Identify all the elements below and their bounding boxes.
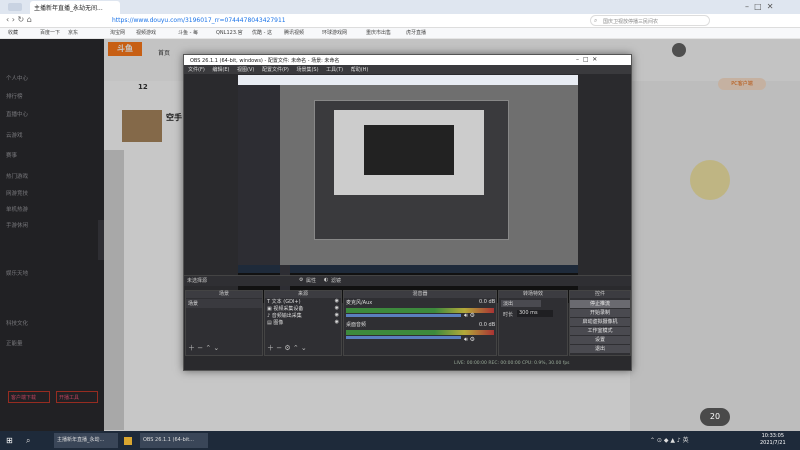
- eye-icon[interactable]: ◉: [335, 305, 339, 311]
- browser-tab-bar: [0, 0, 800, 14]
- studio-mode-button[interactable]: 工作室模式: [570, 327, 630, 335]
- url-field[interactable]: https://www.douyu.com/3196017_rr=0744478…: [112, 17, 286, 24]
- bookmark-item[interactable]: 腾讯视频: [284, 29, 304, 36]
- virtual-camera-button[interactable]: 启动虚拟摄像机: [570, 318, 630, 326]
- browser-tab[interactable]: 主播新年直播_永劫无间...: [30, 1, 120, 14]
- clock-date: 2021/7/21: [760, 440, 786, 446]
- mixer-channel-name: 麦克风/Aux: [346, 300, 373, 306]
- scenes-dock: 场景 场景 ＋ − ⌃ ⌄: [185, 290, 263, 356]
- tab-menu-icon[interactable]: [8, 3, 22, 11]
- taskbar-item-browser[interactable]: 主播新年直播_永劫...: [54, 433, 118, 448]
- preview-recursive-frame: [364, 125, 454, 175]
- gear-icon[interactable]: ⚙: [299, 277, 303, 283]
- stop-streaming-button[interactable]: 停止推流: [570, 300, 630, 308]
- preview-browser-bar: [238, 75, 578, 85]
- search-icon[interactable]: ⌕: [26, 433, 30, 448]
- folder-icon[interactable]: [124, 437, 132, 445]
- obs-menu-bar: 文件(F) 编辑(E) 视图(V) 配置文件(P) 场景集(S) 工具(T) 帮…: [184, 65, 631, 74]
- bookmark-item[interactable]: 百度一下: [40, 29, 60, 36]
- mixer-channel-db: 0.0 dB: [479, 322, 496, 328]
- notification-badge[interactable]: 20: [700, 408, 730, 426]
- volume-slider[interactable]: [346, 314, 461, 317]
- obs-title: OBS 26.1.1 (64-bit, windows) - 配置文件: 未命名…: [190, 58, 340, 64]
- start-recording-button[interactable]: 开始录制: [570, 309, 630, 317]
- menu-view[interactable]: 视图(V): [237, 67, 254, 73]
- menu-scene-collection[interactable]: 场景集(S): [296, 67, 318, 73]
- bookmark-item[interactable]: 虎牙直播: [406, 29, 426, 36]
- controls-dock-header: 控件: [570, 291, 630, 298]
- menu-profile[interactable]: 配置文件(P): [262, 67, 289, 73]
- obs-window: OBS 26.1.1 (64-bit, windows) - 配置文件: 未命名…: [183, 54, 632, 371]
- properties-button[interactable]: 属性: [306, 277, 316, 284]
- transitions-dock-header: 转场特效: [499, 291, 567, 298]
- clock[interactable]: 10:33:05 2021/7/21: [760, 433, 786, 447]
- mixer-channel-db: 0.0 dB: [479, 299, 496, 305]
- obs-title-bar: OBS 26.1.1 (64-bit, windows) - 配置文件: 未命名…: [184, 55, 631, 65]
- taskbar-item-obs[interactable]: OBS 26.1.1 (64-bit...: [140, 433, 208, 448]
- browser-search-input[interactable]: 国庆卫视放停播三民间农: [590, 15, 710, 26]
- settings-button[interactable]: 设置: [570, 336, 630, 344]
- menu-tools[interactable]: 工具(T): [326, 67, 343, 73]
- transition-select[interactable]: 淡出: [501, 300, 541, 307]
- source-item[interactable]: ▤ 图像 ◉: [265, 319, 341, 326]
- windows-start-icon[interactable]: ⊞: [6, 433, 13, 448]
- sources-dock-header: 来源: [265, 291, 341, 298]
- obs-status-text: LIVE: 00:00:00 REC: 00:00:00 CPU: 0.9%, …: [454, 361, 570, 366]
- bookmark-item[interactable]: 京东: [68, 29, 78, 36]
- menu-edit[interactable]: 编辑(E): [212, 67, 229, 73]
- source-item[interactable]: ▣ 视频采集设备 ◉: [265, 305, 341, 312]
- source-item[interactable]: T 文本 (GDI+) ◉: [265, 298, 341, 305]
- bookmark-item[interactable]: 淘宝网: [110, 29, 125, 36]
- eye-icon[interactable]: ◉: [335, 312, 339, 318]
- bookmark-item[interactable]: 视频游戏: [136, 29, 156, 36]
- menu-file[interactable]: 文件(F): [188, 67, 205, 73]
- sources-dock: 来源 T 文本 (GDI+) ◉ ▣ 视频采集设备 ◉ ♪ 音频输出采集 ◉ ▤ 图像…: [264, 290, 342, 356]
- source-item[interactable]: ♪ 音频输出采集 ◉: [265, 312, 341, 319]
- source-controls[interactable]: ＋ − ⚙ ⌃ ⌄: [267, 343, 307, 353]
- filters-button[interactable]: 滤镜: [331, 277, 341, 284]
- bookmark-item[interactable]: QNL123.官: [216, 29, 243, 36]
- source-toolbar: [184, 275, 631, 286]
- eye-icon[interactable]: ◉: [335, 319, 339, 325]
- eye-icon[interactable]: ◉: [335, 298, 339, 304]
- bookmark-item[interactable]: 重庆市出售: [366, 29, 391, 36]
- obs-status-bar: LIVE: 00:00:00 REC: 00:00:00 CPU: 0.9%, …: [184, 358, 631, 370]
- volume-meter: [346, 330, 494, 335]
- duration-label: 时长: [503, 312, 514, 318]
- scene-item[interactable]: 场景: [186, 299, 262, 308]
- source-label: 图像: [273, 320, 284, 326]
- bookmark-item[interactable]: 环球游戏网: [322, 29, 347, 36]
- scenes-dock-header: 场景: [186, 291, 262, 298]
- nav-buttons[interactable]: ‹ › ↻ ⌂: [6, 15, 32, 24]
- speaker-icon[interactable]: 🔊︎ ⚙: [464, 312, 475, 320]
- no-source-label: 未选择源: [187, 278, 208, 284]
- exit-button[interactable]: 退出: [570, 345, 630, 353]
- mixer-dock-header: 混音器: [344, 291, 496, 298]
- obs-window-controls[interactable]: – □ ✕: [576, 56, 597, 63]
- clock-time: 10:33:05: [761, 433, 785, 439]
- preview-nested-sidebar: [238, 85, 280, 265]
- tray-icons[interactable]: ⌃ ⊙ ◆ ▲ ♪ 英: [650, 433, 689, 448]
- bookmark-item[interactable]: 收藏: [8, 29, 18, 36]
- duration-input[interactable]: 300 ms: [517, 310, 553, 317]
- bookmark-item[interactable]: 斗鱼 - 每: [178, 29, 198, 36]
- window-controls[interactable]: – □ ✕: [745, 2, 773, 11]
- tab-title: 主播新年直播_永劫无间...: [34, 5, 103, 12]
- scene-controls[interactable]: ＋ − ⌃ ⌄: [188, 343, 219, 353]
- bookmark-item[interactable]: 优酷 - 这: [252, 29, 272, 36]
- menu-help[interactable]: 帮助(H): [351, 67, 369, 73]
- volume-slider[interactable]: [346, 336, 461, 339]
- filter-icon[interactable]: ◐: [324, 277, 328, 283]
- search-icon: ⌕: [594, 17, 598, 24]
- mixer-dock: 混音器 麦克风/Aux 0.0 dB 🔊︎ ⚙ 桌面音频 0.0 dB 🔊︎ ⚙: [343, 290, 497, 356]
- speaker-icon[interactable]: 🔊︎ ⚙: [464, 336, 475, 344]
- transitions-dock: 转场特效 淡出 时长 300 ms: [498, 290, 568, 356]
